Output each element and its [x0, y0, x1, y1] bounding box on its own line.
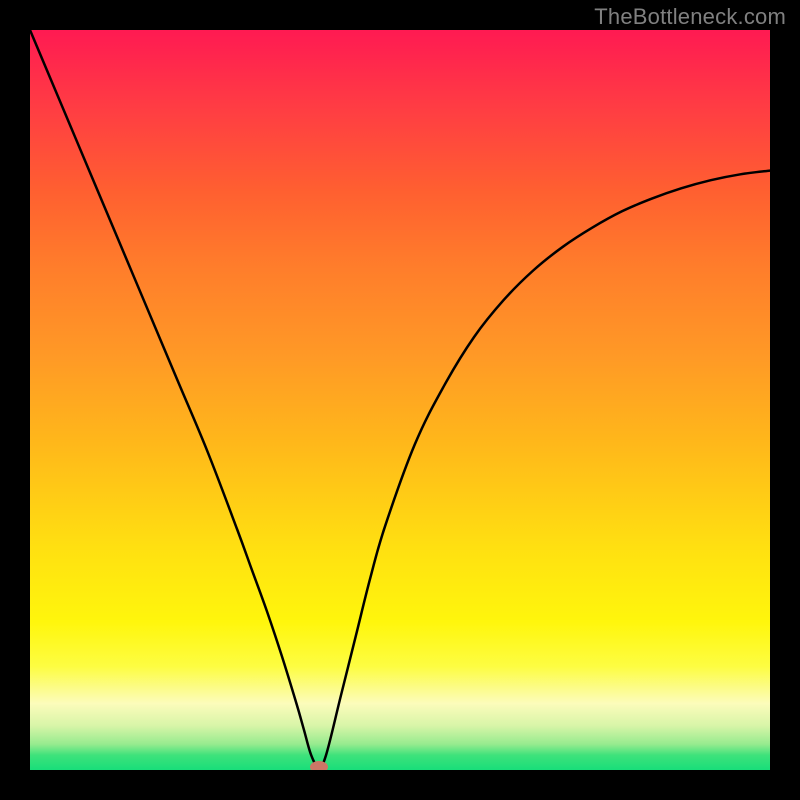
bottleneck-curve: [30, 30, 770, 767]
optimal-point-marker: [310, 761, 328, 770]
plot-area: [30, 30, 770, 770]
watermark-text: TheBottleneck.com: [594, 4, 786, 30]
curve-layer: [30, 30, 770, 770]
chart-frame: TheBottleneck.com: [0, 0, 800, 800]
